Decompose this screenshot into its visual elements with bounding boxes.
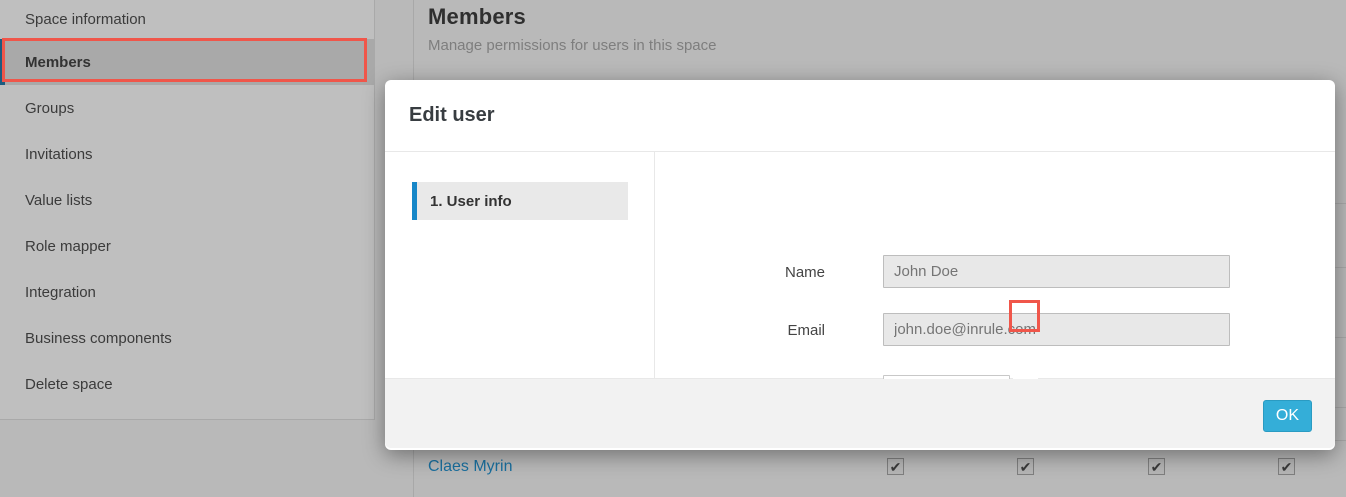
- email-field-label: Email: [715, 322, 825, 339]
- email-field[interactable]: [883, 313, 1230, 346]
- name-field-label: Name: [715, 264, 825, 281]
- wizard-steps-panel: 1. User info: [385, 152, 655, 379]
- edit-user-modal: Edit user 1. User info Name Email Groups…: [385, 80, 1335, 450]
- sidebar-item-value-lists[interactable]: Value lists: [0, 177, 374, 223]
- modal-title: Edit user: [409, 104, 495, 127]
- permission-checkbox-checked-icon[interactable]: ✔: [1148, 458, 1165, 475]
- sidebar-item-invitations[interactable]: Invitations: [0, 131, 374, 177]
- wizard-step-user-info[interactable]: 1. User info: [412, 182, 628, 220]
- page-subtitle: Manage permissions for users in this spa…: [428, 37, 716, 54]
- app-screen: Space information Members Groups Invitat…: [0, 0, 1346, 497]
- page-title: Members: [428, 4, 716, 30]
- modal-header: Edit user: [385, 80, 1335, 152]
- permission-checkbox-checked-icon[interactable]: ✔: [887, 458, 904, 475]
- page-header: Members Manage permissions for users in …: [428, 4, 716, 54]
- ok-button[interactable]: OK: [1263, 400, 1312, 432]
- name-field[interactable]: [883, 255, 1230, 288]
- sidebar-item-business-components[interactable]: Business components: [0, 315, 374, 361]
- sidebar-item-members[interactable]: Members: [0, 39, 374, 85]
- sidebar-item-role-mapper[interactable]: Role mapper: [0, 223, 374, 269]
- modal-footer: OK: [385, 379, 1335, 448]
- sidebar-item-groups[interactable]: Groups: [0, 85, 374, 131]
- member-table-row: Claes Myrin ✔ ✔ ✔ ✔: [414, 452, 1346, 497]
- member-name-link[interactable]: Claes Myrin: [428, 458, 512, 476]
- permission-checkbox-checked-icon[interactable]: ✔: [1278, 458, 1295, 475]
- sidebar-item-delete-space[interactable]: Delete space: [0, 361, 374, 407]
- sidebar-item-integration[interactable]: Integration: [0, 269, 374, 315]
- sidebar-item-space-information[interactable]: Space information: [0, 0, 374, 39]
- settings-sidebar: Space information Members Groups Invitat…: [0, 0, 375, 420]
- permission-checkbox-checked-icon[interactable]: ✔: [1017, 458, 1034, 475]
- modal-body: 1. User info Name Email Groups +: [385, 152, 1335, 379]
